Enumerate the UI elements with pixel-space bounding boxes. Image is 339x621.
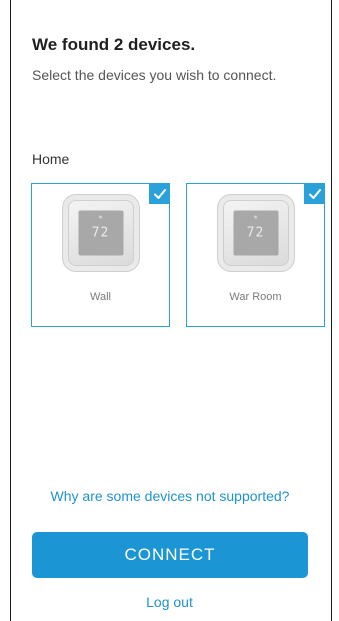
selected-checkbox[interactable]	[149, 183, 170, 204]
checkmark-icon	[308, 188, 321, 199]
device-card-war-room[interactable]: 72 War Room	[186, 183, 325, 327]
selected-checkbox[interactable]	[304, 183, 325, 204]
device-card-wall[interactable]: 72 Wall	[31, 183, 170, 327]
thermostat-display-value: 72	[246, 225, 265, 241]
thermostat-display-value: 72	[91, 225, 110, 241]
left-edge-divider	[10, 0, 11, 621]
thermostat-icon: 72	[216, 194, 295, 272]
checkmark-icon	[153, 188, 166, 199]
thermostat-indicator	[99, 215, 102, 219]
log-out-link[interactable]: Log out	[0, 594, 339, 610]
location-section-label: Home	[32, 151, 70, 167]
why-unsupported-link[interactable]: Why are some devices not supported?	[50, 487, 290, 506]
connect-button[interactable]: CONNECT	[32, 532, 308, 578]
device-name: War Room	[229, 291, 282, 303]
device-name: Wall	[90, 291, 111, 303]
thermostat-icon: 72	[61, 194, 140, 272]
page-subtitle: Select the devices you wish to connect.	[32, 67, 277, 83]
thermostat-screen: 72	[78, 210, 123, 256]
thermostat-indicator	[254, 215, 257, 219]
page-title: We found 2 devices.	[32, 35, 196, 54]
thermostat-screen: 72	[233, 210, 278, 256]
right-edge-divider	[331, 0, 332, 621]
